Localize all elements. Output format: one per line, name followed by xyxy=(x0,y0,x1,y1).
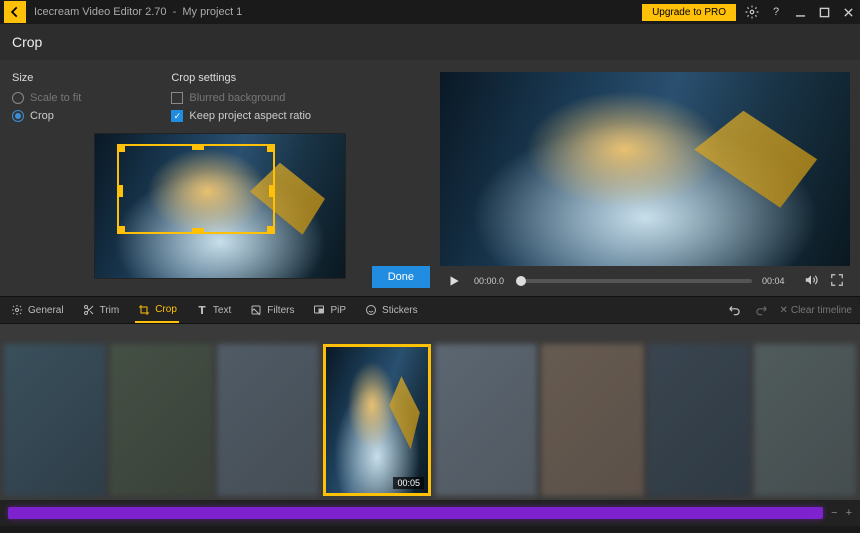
clear-timeline-button[interactable]: ✕ Clear timeline xyxy=(779,305,852,316)
crop-frame[interactable] xyxy=(117,144,275,234)
radio-crop[interactable]: Crop xyxy=(12,110,81,122)
radio-icon xyxy=(12,110,24,122)
redo-icon[interactable] xyxy=(753,302,769,318)
current-time: 00:00.0 xyxy=(474,276,506,286)
crop-handle-br[interactable] xyxy=(267,226,275,234)
tool-text[interactable]: Text xyxy=(193,299,233,321)
crop-handle-rm[interactable] xyxy=(269,185,275,197)
seek-thumb[interactable] xyxy=(516,276,526,286)
panel-header: Crop xyxy=(0,24,860,60)
checkbox-keep-ratio[interactable]: Keep project aspect ratio xyxy=(171,110,311,122)
timeline-clip[interactable] xyxy=(541,344,643,496)
tool-pip[interactable]: PiP xyxy=(310,299,348,321)
play-button[interactable] xyxy=(444,271,464,291)
radio-icon xyxy=(12,92,24,104)
stickers-icon xyxy=(364,303,378,317)
timeline-clip[interactable] xyxy=(648,344,750,496)
playback-bar: 00:00.0 00:04 xyxy=(440,266,850,296)
size-heading: Size xyxy=(12,72,81,84)
timeline-clip[interactable] xyxy=(110,344,212,496)
main-editing-area: Size Scale to fit Crop Crop settings Blu… xyxy=(0,60,860,296)
clip-thumbnail xyxy=(326,347,428,493)
filters-icon xyxy=(249,303,263,317)
crop-settings-group: Crop settings Blurred background Keep pr… xyxy=(171,72,311,128)
radio-label: Scale to fit xyxy=(30,92,81,104)
scissors-icon xyxy=(82,303,96,317)
tool-filters[interactable]: Filters xyxy=(247,299,296,321)
timeline-clip[interactable] xyxy=(435,344,537,496)
timeline-clip[interactable] xyxy=(217,344,319,496)
panel-title: Crop xyxy=(12,34,42,50)
crop-handle-lm[interactable] xyxy=(117,185,123,197)
close-small-icon: ✕ xyxy=(779,305,787,316)
checkbox-label: Blurred background xyxy=(189,92,285,104)
crop-icon xyxy=(137,303,151,317)
checkbox-label: Keep project aspect ratio xyxy=(189,110,311,122)
timeline[interactable]: 00:05 xyxy=(0,324,860,500)
tool-label: Filters xyxy=(267,305,294,316)
minimize-icon[interactable] xyxy=(792,4,808,20)
volume-icon[interactable] xyxy=(804,273,820,289)
bottom-bar: − + xyxy=(0,500,860,526)
tool-label: Crop xyxy=(155,304,177,315)
app-title: Icecream Video Editor 2.70 - My project … xyxy=(34,6,242,18)
preview-image xyxy=(440,72,850,266)
title-sep: - xyxy=(170,6,183,18)
pip-icon xyxy=(312,303,326,317)
done-button[interactable]: Done xyxy=(372,266,430,288)
crop-handle-tl[interactable] xyxy=(117,144,125,152)
video-preview[interactable] xyxy=(440,72,850,266)
crop-handle-bm[interactable] xyxy=(192,228,204,234)
checkbox-icon xyxy=(171,110,183,122)
tool-stickers[interactable]: Stickers xyxy=(362,299,420,321)
timeline-clip[interactable] xyxy=(4,344,106,496)
zoom-out-icon[interactable]: − xyxy=(831,507,837,519)
size-group: Size Scale to fit Crop xyxy=(12,72,81,128)
tool-strip: General Trim Crop Text Filters PiP Stick… xyxy=(0,296,860,324)
tool-general[interactable]: General xyxy=(8,299,66,321)
tool-label: PiP xyxy=(330,305,346,316)
radio-scale-to-fit[interactable]: Scale to fit xyxy=(12,92,81,104)
tool-label: Text xyxy=(213,305,231,316)
upgrade-button[interactable]: Upgrade to PRO xyxy=(642,4,736,21)
seek-bar[interactable] xyxy=(516,279,752,283)
timeline-clip-selected[interactable]: 00:05 xyxy=(323,344,431,496)
clear-timeline-label: Clear timeline xyxy=(791,305,852,316)
maximize-icon[interactable] xyxy=(816,4,832,20)
duration: 00:04 xyxy=(762,276,794,286)
text-icon xyxy=(195,303,209,317)
zoom-in-icon[interactable]: + xyxy=(846,507,852,519)
gear-icon xyxy=(10,303,24,317)
project-name: My project 1 xyxy=(182,6,242,18)
help-icon[interactable]: ? xyxy=(768,4,784,20)
crop-handle-tm[interactable] xyxy=(192,144,204,150)
timeline-clip[interactable] xyxy=(754,344,856,496)
clip-duration: 00:05 xyxy=(393,477,424,489)
undo-icon[interactable] xyxy=(727,302,743,318)
app-name: Icecream Video Editor 2.70 xyxy=(34,6,166,18)
crop-preview[interactable] xyxy=(95,134,345,278)
tool-label: Stickers xyxy=(382,305,418,316)
settings-icon[interactable] xyxy=(744,4,760,20)
close-icon[interactable] xyxy=(840,4,856,20)
tool-trim[interactable]: Trim xyxy=(80,299,122,321)
timeline-track-bar[interactable] xyxy=(8,507,823,519)
crop-handle-bl[interactable] xyxy=(117,226,125,234)
clips-row: 00:05 xyxy=(0,344,860,496)
preview-pane: 00:00.0 00:04 xyxy=(440,72,850,296)
radio-label: Crop xyxy=(30,110,54,122)
checkbox-icon xyxy=(171,92,183,104)
crop-settings-heading: Crop settings xyxy=(171,72,311,84)
tool-crop[interactable]: Crop xyxy=(135,299,179,323)
tool-label: Trim xyxy=(100,305,120,316)
titlebar: Icecream Video Editor 2.70 - My project … xyxy=(0,0,860,24)
crop-handle-tr[interactable] xyxy=(267,144,275,152)
fullscreen-icon[interactable] xyxy=(830,273,846,289)
checkbox-blurred-bg[interactable]: Blurred background xyxy=(171,92,311,104)
crop-settings-pane: Size Scale to fit Crop Crop settings Blu… xyxy=(10,72,430,296)
back-button[interactable] xyxy=(4,1,26,23)
tool-label: General xyxy=(28,305,64,316)
